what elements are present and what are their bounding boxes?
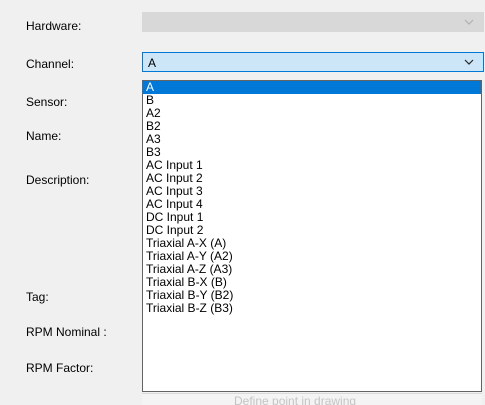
channel-option[interactable]: Triaxial B-Z (B3) bbox=[143, 302, 481, 315]
channel-dropdown-list[interactable]: A B A2 B2 A3 B3 AC Input 1 AC Input 2 AC Input 3… bbox=[142, 80, 482, 392]
description-label: Description: bbox=[26, 173, 90, 187]
channel-option[interactable]: B2 bbox=[143, 120, 481, 133]
tag-label: Tag: bbox=[26, 290, 49, 304]
channel-label: Channel: bbox=[26, 57, 75, 71]
rpm-nominal-label: RPM Nominal : bbox=[26, 325, 107, 339]
rpm-factor-label: RPM Factor: bbox=[26, 361, 94, 375]
hardware-select bbox=[142, 12, 484, 32]
channel-select-value: A bbox=[148, 56, 157, 70]
define-point-field: Define point in drawing bbox=[142, 393, 482, 405]
channel-option[interactable]: B bbox=[143, 94, 481, 107]
chevron-down-icon bbox=[464, 19, 474, 25]
channel-option[interactable]: A2 bbox=[143, 107, 481, 120]
sensor-label: Sensor: bbox=[26, 95, 68, 109]
channel-option[interactable]: A3 bbox=[143, 133, 481, 146]
name-label: Name: bbox=[26, 129, 62, 143]
channel-option[interactable]: A bbox=[143, 81, 481, 94]
hardware-label: Hardware: bbox=[26, 19, 82, 33]
channel-select[interactable]: A bbox=[142, 52, 484, 72]
chevron-down-icon bbox=[464, 59, 474, 65]
